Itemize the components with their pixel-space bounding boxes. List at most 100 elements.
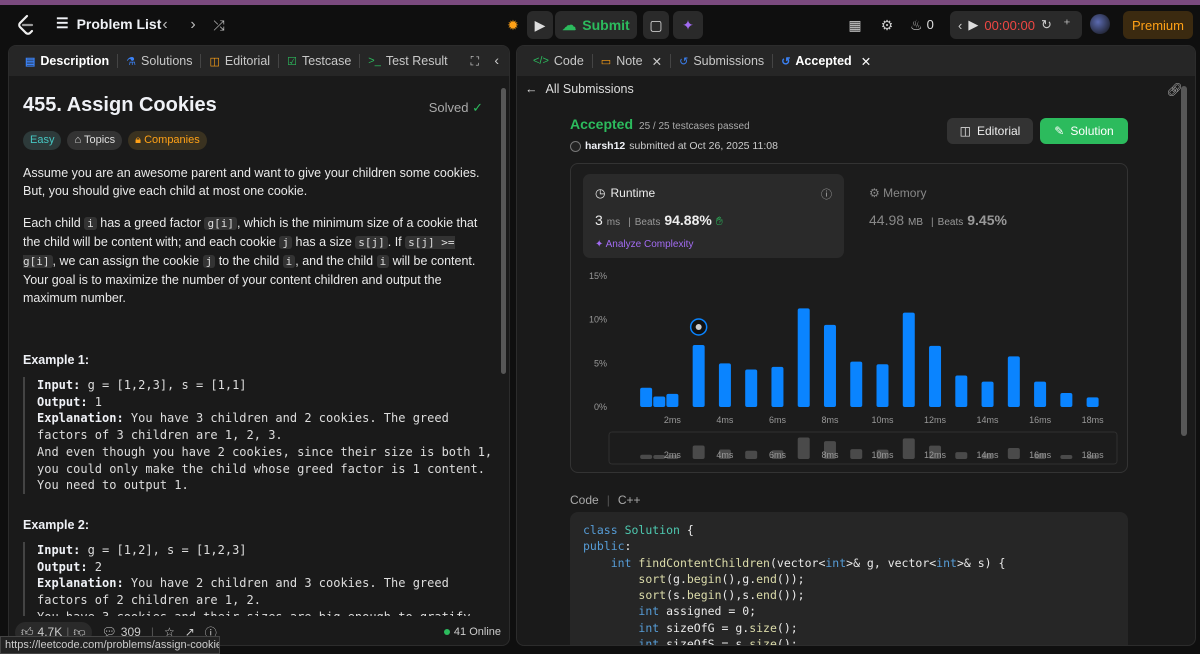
navigator-tick-label: 12ms [924,450,947,460]
x-tick-label: 16ms [1029,415,1052,425]
chart-bar [718,363,731,407]
solution-button[interactable]: ✎ Solution [1040,118,1128,144]
layout-icon[interactable]: ▦ [846,16,864,34]
navigator-tick-label: 2ms [664,450,682,460]
navigator-bar [955,452,968,459]
code-line: int assigned = 0; [638,604,757,619]
tab-code[interactable]: </> Code [525,46,592,76]
tab-accepted[interactable]: ↺ Accepted ✕ [773,46,879,76]
example-1-block: Input: g = [1,2,3], s = [1,1] Output: 1 … [23,377,492,494]
arrow-left-icon: ← [525,82,538,96]
status-bar-url: https://leetcode.com/problems/assign-coo… [0,636,220,654]
chart-bar [653,396,666,407]
code-line: sort(g.begin(),g.end()); [638,571,805,586]
submit-button[interactable]: ☁ Submit [555,11,637,39]
chart-bar [640,387,653,407]
code-icon: </> [533,55,549,67]
streak-counter[interactable]: ♨ 0 [910,16,940,34]
debug-icon[interactable]: ✹ [500,11,526,39]
x-tick-label: 10ms [871,415,894,425]
prev-problem-icon[interactable]: ‹ [156,16,174,34]
x-tick-label: 12ms [924,415,947,425]
tab-submissions[interactable]: ↺ Submissions [671,46,772,76]
user-avatar[interactable] [570,140,581,152]
history-icon: ↺ [679,55,689,68]
accepted-status: Accepted [570,116,634,132]
tab-testcase[interactable]: ☑ Testcase [279,46,359,76]
analyze-complexity-link[interactable]: ✦ Analyze Complexity [595,239,693,250]
x-tick-label: 18ms [1082,415,1105,425]
chip-icon: ⚙ [869,186,880,200]
sparkle-icon: ✦ [595,239,604,250]
memory-label[interactable]: ⚙ Memory [869,186,926,200]
info-icon[interactable]: ⓘ [821,186,832,202]
code-line: int sizeOfG = g.size(); [638,620,798,635]
y-tick-label: 10% [589,315,607,325]
ai-sparkle-icon[interactable]: ✦ [673,11,703,39]
checkbox-icon: ☑ [287,55,297,68]
close-icon[interactable]: ✕ [861,54,871,69]
companies-tag[interactable]: 🔒︎ Companies [128,131,207,150]
next-problem-icon[interactable]: › [184,16,202,34]
add-user-icon[interactable]: ⁺ [1058,15,1076,33]
right-tab-bar: </> Code ▭ Note ✕ ↺ Submissions ↺ Accepted ✕ [517,46,1195,76]
gear-icon[interactable]: ⚙ [878,16,896,34]
avatar[interactable] [1090,14,1110,34]
performance-card: ◷ Runtime ⓘ 3 ms | Beats 94.88% ✋︎ ✦ Analyze C… [570,163,1128,473]
navigator-tick-label: 10ms [871,450,894,460]
y-tick-label: 15% [589,271,607,281]
leetcode-logo-icon[interactable] [14,13,38,37]
memory-value: 44.98 MB | Beats 9.45% [869,212,1007,228]
document-icon: ▤ [25,55,36,68]
tab-note[interactable]: ▭ Note ✕ [593,46,670,76]
check-circle-icon: ✓ [472,100,483,115]
y-tick-label: 5% [594,358,607,368]
chart-bar [850,361,863,407]
tab-solutions[interactable]: ⚗ Solutions [118,46,200,76]
shuffle-icon[interactable]: ⤮ [210,16,228,34]
navigator-bar [692,445,705,459]
x-tick-label: 2ms [664,415,682,425]
submission-summary: Accepted 25 / 25 testcases passed harsh12… [570,116,778,152]
run-button[interactable]: ▶ [527,11,553,39]
premium-button[interactable]: Premium [1123,11,1193,39]
language-label: C++ [617,493,641,507]
note-icon: ▭ [600,55,612,68]
example-1-title: Example 1: [23,353,90,367]
collapse-icon[interactable]: ‹ [494,52,499,68]
all-submissions-link[interactable]: ← All Submissions [525,82,634,96]
submitted-code[interactable]: class Solution {public: int findContentC… [570,512,1128,645]
notes-icon[interactable]: ▢ [643,11,669,39]
problem-list-button[interactable]: ☰ Problem List [56,15,161,32]
code-line: sort(s.begin(),s.end()); [638,588,805,603]
runtime-box[interactable]: ◷ Runtime ⓘ 3 ms | Beats 94.88% ✋︎ ✦ Analyze C… [583,174,844,258]
username[interactable]: harsh12 [585,140,625,152]
submission-scrollbar[interactable] [1181,86,1187,436]
close-icon[interactable]: ✕ [652,54,662,69]
editorial-button[interactable]: ◫ Editorial [947,118,1033,144]
tab-test-result[interactable]: >_ Test Result [360,46,455,76]
tag-icon: ⌂ [74,134,82,146]
code-line: class Solution { [583,523,694,537]
tab-description[interactable]: ▤ Description [17,46,117,76]
expand-icon[interactable]: ⛶ [471,54,479,69]
runtime-distribution-chart[interactable]: 15% 10% 5% 0% 2ms 2ms 4ms 4ms 6ms 6ms 8ms 8ms 10ms 10… [571,259,1129,474]
chart-bar [902,312,915,407]
tag-list: Easy ⌂ Topics 🔒︎ Companies [23,131,485,150]
chart-bar [1034,381,1047,407]
topics-tag[interactable]: ⌂ Topics [67,131,123,150]
difficulty-badge[interactable]: Easy [23,131,62,150]
tab-editorial[interactable]: ◫ Editorial [201,46,278,76]
navigator-bar [902,438,915,459]
your-submission-avatar-icon [695,323,702,330]
book-icon: ◫ [209,55,220,68]
clock-icon: ◷ [595,186,606,200]
code-line: public: [583,539,632,554]
chart-bar [1007,356,1020,407]
description-scrollbar[interactable] [501,88,506,374]
left-tab-bar: ▤ Description ⚗ Solutions ◫ Editorial ☑ Test… [9,46,509,76]
page-title[interactable]: 455. Assign Cookies [23,94,485,117]
panel-resize-handle[interactable]: ⋮ [511,338,527,357]
example-2-title: Example 2: [23,517,90,532]
x-tick-label: 4ms [716,415,734,425]
